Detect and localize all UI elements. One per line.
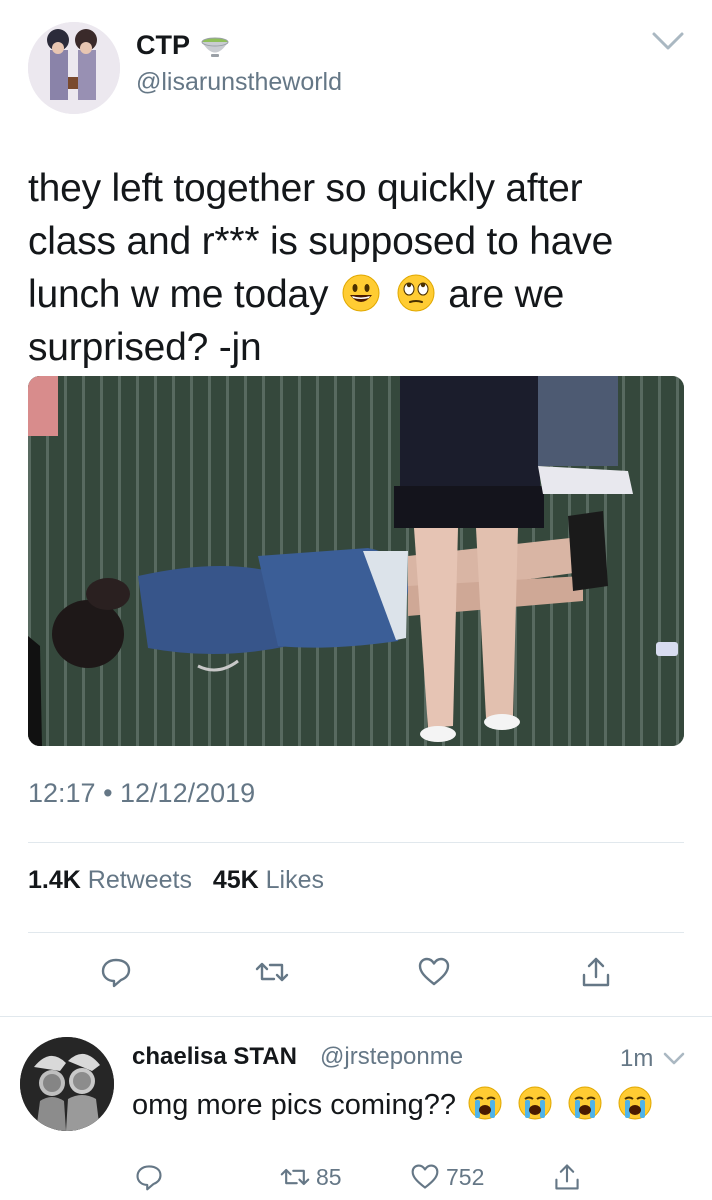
heart-icon (418, 957, 450, 986)
reply-display-name[interactable]: chaelisa STAN (132, 1043, 297, 1071)
retweets-count: 1.4K (28, 866, 81, 894)
share-icon (555, 1164, 579, 1190)
likes-label: Likes (265, 866, 325, 894)
likes-count: 45K (212, 866, 259, 894)
tweet-timestamp[interactable]: 12:17 • 12/12/2019 (28, 778, 255, 809)
handle[interactable]: @lisarunstheworld (136, 68, 342, 97)
tweet-text-segment: are we (448, 273, 565, 316)
reply-icon (136, 1165, 162, 1191)
retweet-icon (255, 962, 289, 982)
reply-text-content: omg more pics coming?? (132, 1089, 456, 1121)
share-button[interactable] (574, 950, 618, 994)
loudly-crying-face-icon (618, 1086, 652, 1120)
share-icon (582, 957, 610, 987)
tweet-photo[interactable] (28, 376, 684, 746)
reply-share-button[interactable] (552, 1157, 588, 1197)
display-name[interactable]: CTP (136, 30, 230, 61)
reply-handle[interactable]: @jrsteponme (320, 1043, 463, 1071)
loudly-crying-face-icon (518, 1086, 552, 1120)
tweet-text-line: they left together so quickly after (28, 167, 583, 210)
reply-avatar[interactable] (20, 1037, 114, 1131)
likes-stat[interactable]: 45K Likes (213, 866, 324, 894)
reply-retweet-button[interactable]: 85 (280, 1157, 342, 1197)
like-button[interactable] (412, 950, 456, 994)
chevron-down-icon[interactable] (660, 1047, 688, 1071)
tweet-text-segment: lunch w me today (28, 273, 329, 316)
reply-text: omg more pics coming?? (132, 1085, 656, 1122)
reply-like-button[interactable]: 752 (410, 1157, 484, 1197)
retweet-button[interactable] (250, 950, 294, 994)
avatar-image (28, 22, 120, 114)
loudly-crying-face-icon (468, 1086, 502, 1120)
tweet-text: they left together so quickly after clas… (28, 162, 678, 374)
tweet-text-line: class and r*** is supposed to have (28, 220, 614, 263)
tea-bowl-icon (201, 37, 229, 57)
main-tweet: CTP @lisarunstheworld they left together… (0, 0, 712, 1016)
divider (28, 932, 684, 933)
retweet-icon (280, 1168, 310, 1186)
loudly-crying-face-icon (568, 1086, 602, 1120)
chevron-down-icon[interactable] (648, 26, 688, 56)
grinning-face-icon (342, 274, 380, 312)
divider (28, 842, 684, 843)
reply-retweet-count: 85 (316, 1163, 342, 1190)
reply-reply-button[interactable] (134, 1157, 170, 1197)
retweets-stat[interactable]: 1.4K Retweets (28, 866, 192, 894)
reply-button[interactable] (94, 950, 138, 994)
avatar[interactable] (28, 22, 120, 114)
eye-roll-face-icon (397, 274, 435, 312)
reply-icon (101, 958, 131, 988)
retweets-label: Retweets (87, 866, 192, 894)
photo-image (28, 376, 684, 746)
reply-avatar-image (20, 1037, 114, 1131)
tweet-text-line: lunch w me today are we (28, 268, 678, 321)
display-name-text: CTP (136, 30, 190, 60)
tweet-text-line: surprised? -jn (28, 326, 262, 369)
reply-like-count: 752 (446, 1163, 485, 1190)
reply-tweet[interactable]: chaelisa STAN @jrsteponme 1m omg more pi… (0, 1016, 712, 1200)
tweet-stats: 1.4K Retweets 45K Likes (28, 866, 324, 895)
heart-icon (411, 1164, 439, 1189)
reply-timestamp[interactable]: 1m (620, 1045, 653, 1073)
